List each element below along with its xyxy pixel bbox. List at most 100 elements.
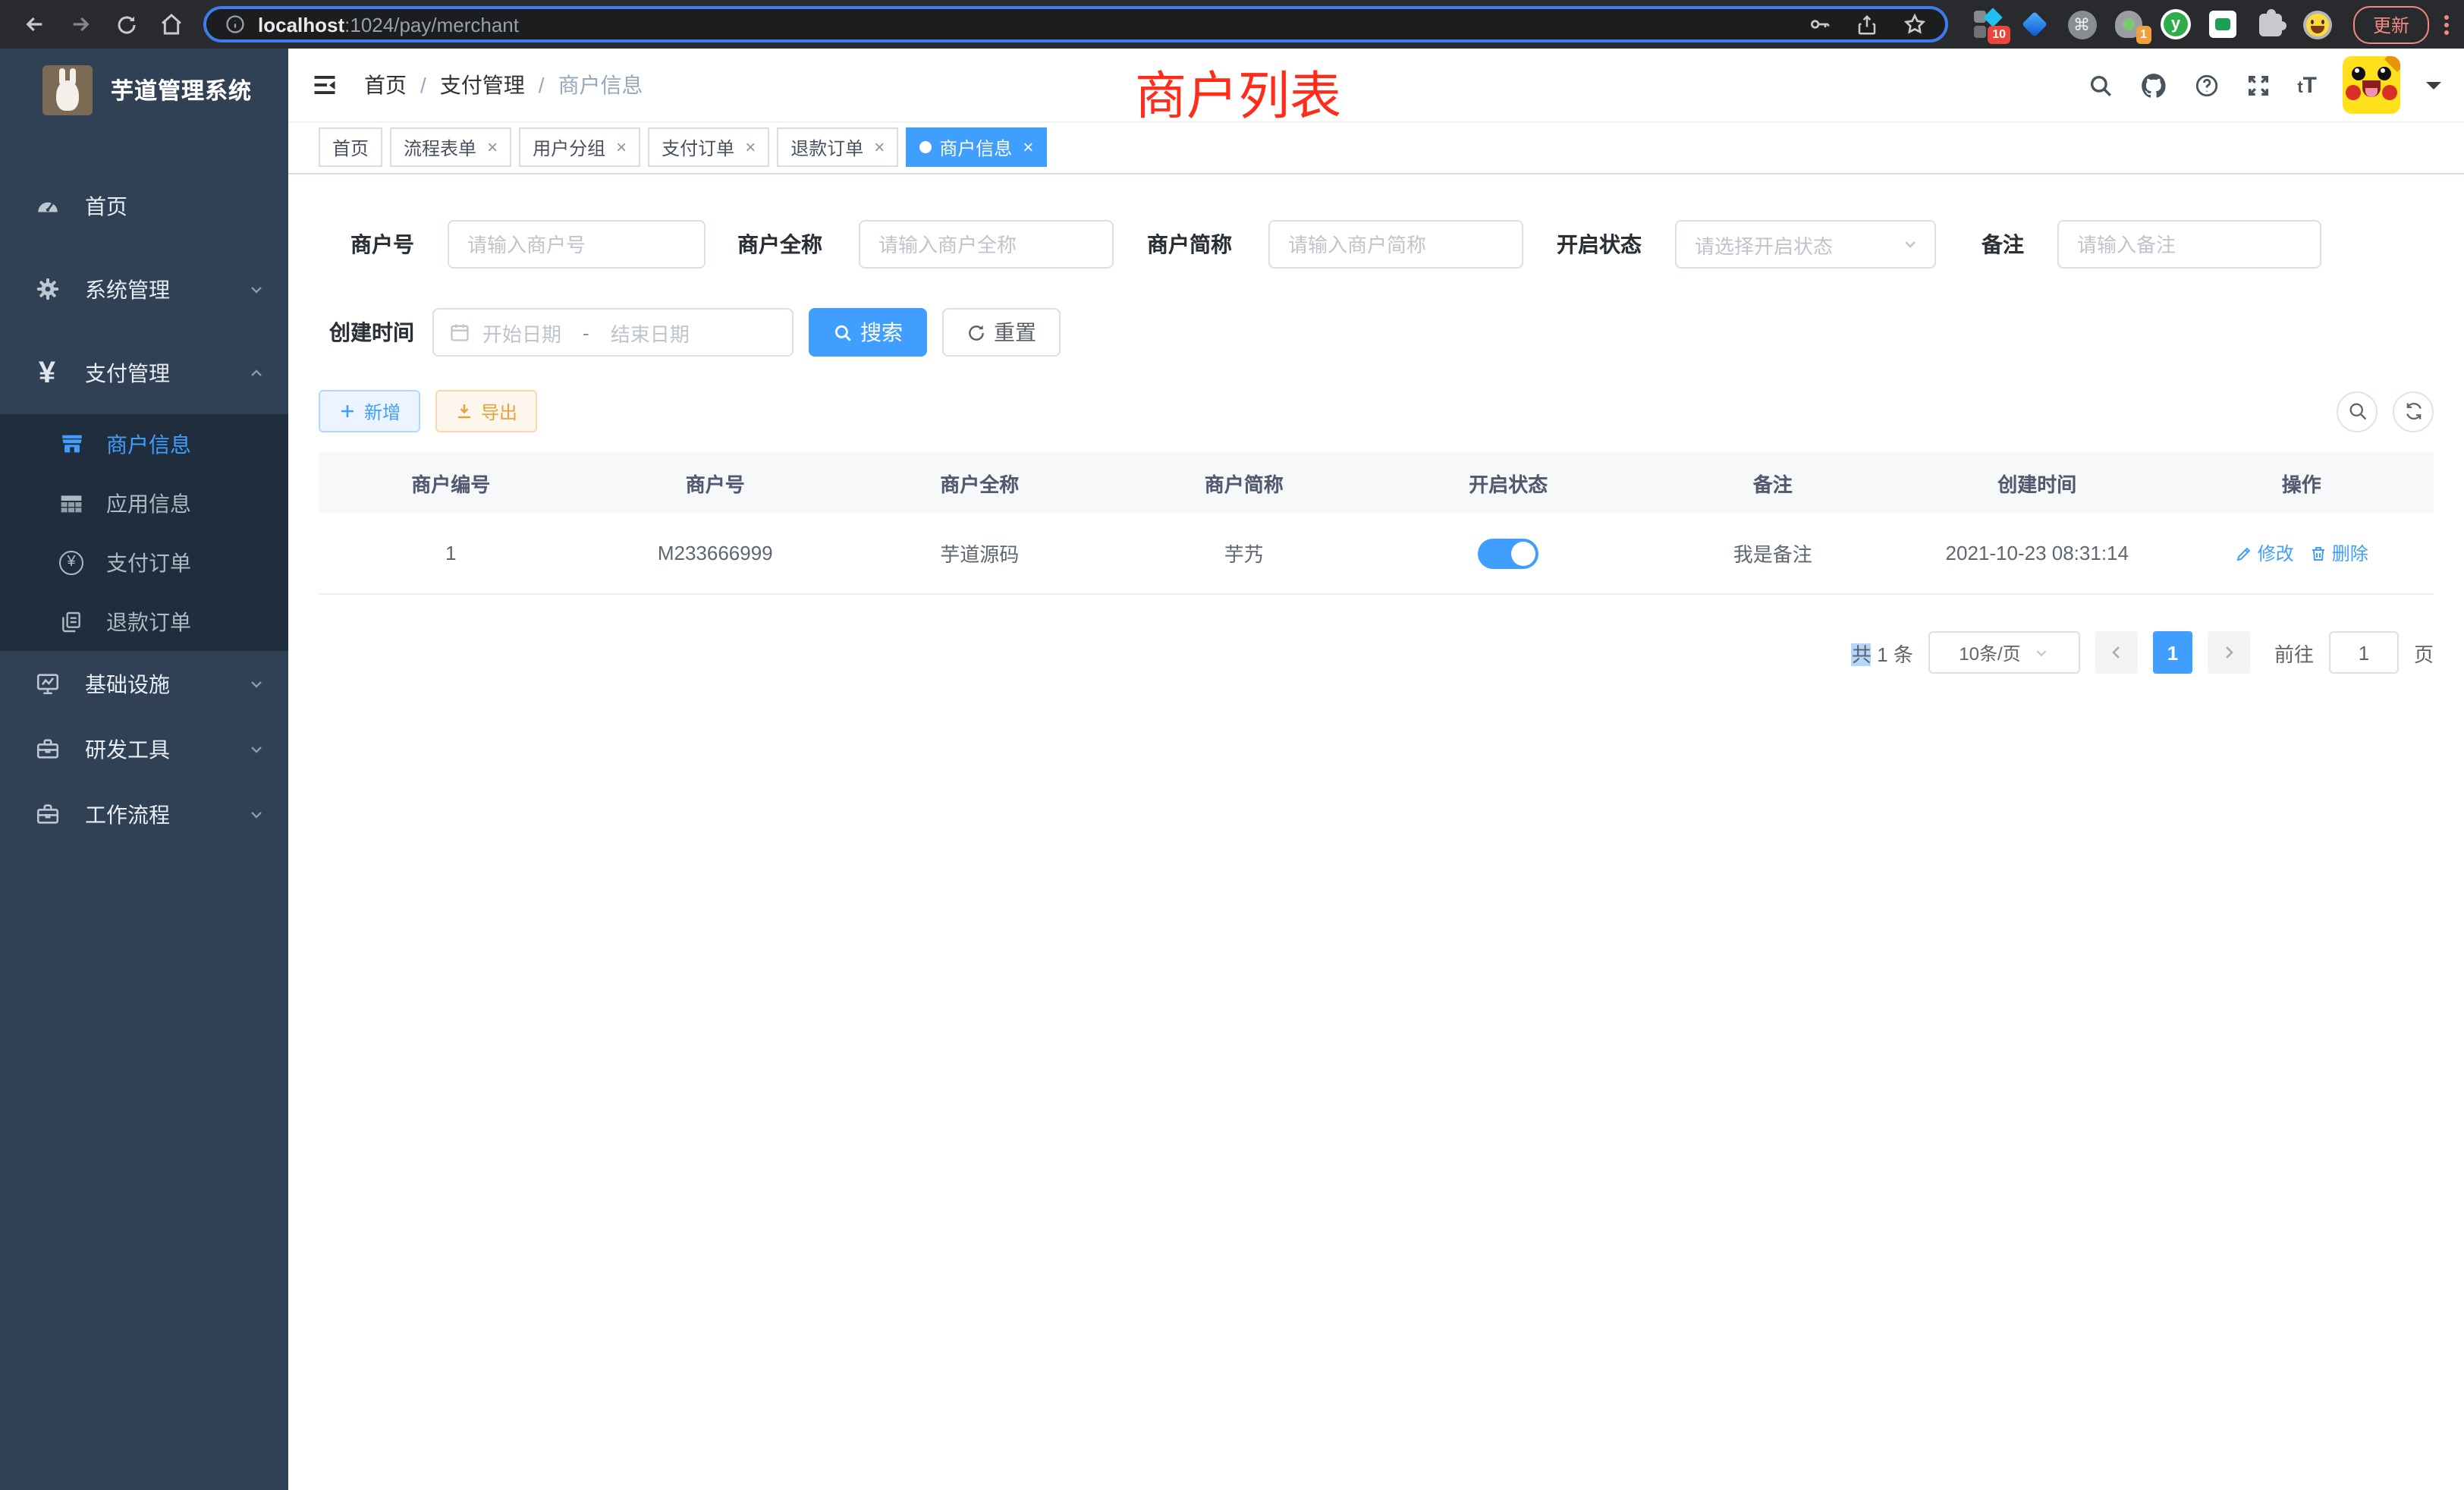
status-toggle[interactable] <box>1478 538 1538 568</box>
breadcrumb-separator: / <box>539 73 545 97</box>
browser-menu-icon[interactable] <box>2444 14 2449 34</box>
close-icon[interactable]: × <box>487 137 498 158</box>
header-search-icon[interactable] <box>2088 72 2114 98</box>
next-page-button[interactable] <box>2208 631 2250 674</box>
bookmark-star-icon[interactable] <box>1903 12 1927 36</box>
cell-create-time: 2021-10-23 08:31:14 <box>1905 542 2170 564</box>
reset-button[interactable]: 重置 <box>942 308 1061 357</box>
tab-merchant-info[interactable]: 商户信息× <box>906 127 1047 167</box>
close-icon[interactable]: × <box>616 137 627 158</box>
remark-input[interactable] <box>2057 220 2321 269</box>
tab-user-group[interactable]: 用户分组× <box>519 127 640 167</box>
table-toolbar: 新增 导出 <box>319 390 2434 432</box>
sidebar-item-pay-mgmt[interactable]: ¥ 支付管理 <box>0 331 288 414</box>
search-button[interactable]: 搜索 <box>809 308 927 357</box>
close-icon[interactable]: × <box>1023 137 1033 158</box>
col-header-remark: 备注 <box>1641 468 1906 497</box>
extension-grid-icon[interactable]: 10 <box>1972 9 2003 39</box>
export-button[interactable]: 导出 <box>435 390 537 432</box>
sidebar-subitem-label: 退款订单 <box>106 606 191 637</box>
extension-badge: 10 <box>1988 26 2010 44</box>
create-time-label: 创建时间 <box>319 317 414 347</box>
full-name-input[interactable] <box>859 220 1114 269</box>
user-avatar[interactable] <box>2343 56 2400 114</box>
breadcrumb: 首页 / 支付管理 / 商户信息 <box>364 70 643 100</box>
sidebar-item-infra[interactable]: 基础设施 <box>0 651 288 716</box>
extension-chat-icon[interactable] <box>2208 9 2238 39</box>
table-header-row: 商户编号 商户号 商户全称 商户简称 开启状态 备注 创建时间 操作 <box>319 452 2434 513</box>
password-key-icon[interactable] <box>1807 12 1831 36</box>
extensions-row: 10 ⌘ 1 y <box>1972 9 2332 39</box>
fullscreen-icon[interactable] <box>2246 72 2271 98</box>
sidebar-subitem-pay-order[interactable]: ¥ 支付订单 <box>0 533 288 592</box>
delete-link[interactable]: 删除 <box>2309 540 2368 566</box>
site-info-icon[interactable] <box>225 14 246 35</box>
hamburger-fold-icon[interactable] <box>311 71 338 99</box>
col-header-actions: 操作 <box>2170 468 2434 497</box>
sidebar-item-dev-tools[interactable]: 研发工具 <box>0 716 288 781</box>
sidebar-subitem-app-info[interactable]: 应用信息 <box>0 473 288 533</box>
reload-icon[interactable] <box>106 5 146 44</box>
chevron-down-icon <box>247 740 266 758</box>
sidebar-item-workflow[interactable]: 工作流程 <box>0 781 288 847</box>
goto-label: 前往 <box>2274 638 2314 667</box>
extensions-puzzle-icon[interactable] <box>2255 9 2285 39</box>
sidebar-item-system-mgmt[interactable]: 系统管理 <box>0 247 288 331</box>
font-size-icon[interactable]: tT <box>2297 72 2317 98</box>
tab-pay-order[interactable]: 支付订单× <box>648 127 769 167</box>
app-logo[interactable]: 芋道管理系统 <box>0 49 288 130</box>
url-bar[interactable]: localhost:1024/pay/merchant <box>203 6 1948 42</box>
breadcrumb-pay-mgmt[interactable]: 支付管理 <box>440 70 525 100</box>
chrome-update-button[interactable]: 更新 <box>2353 5 2429 43</box>
dashboard-icon <box>32 193 62 218</box>
tags-view-bar: 首页 流程表单× 用户分组× 支付订单× 退款订单× 商户信息× <box>288 123 2464 174</box>
page-size-select[interactable]: 10条/页 <box>1928 631 2080 674</box>
edit-link[interactable]: 修改 <box>2235 540 2294 566</box>
yen-circle-icon: ¥ <box>58 550 85 574</box>
home-icon[interactable] <box>152 5 191 44</box>
github-icon[interactable] <box>2139 71 2168 99</box>
status-select[interactable]: 请选择开启状态 <box>1675 220 1936 269</box>
refresh-icon <box>966 322 986 342</box>
gear-icon <box>32 276 62 302</box>
merchant-no-input[interactable] <box>448 220 706 269</box>
extension-kite-icon[interactable] <box>2019 9 2050 39</box>
share-icon[interactable] <box>1856 13 1878 36</box>
extension-blob-icon[interactable]: 1 <box>2114 9 2144 39</box>
col-header-status: 开启状态 <box>1376 468 1641 497</box>
sidebar-item-label: 系统管理 <box>85 274 170 304</box>
extension-command-icon[interactable]: ⌘ <box>2066 9 2097 39</box>
refresh-table-icon[interactable] <box>2393 391 2434 432</box>
profile-emoji-icon[interactable] <box>2302 9 2332 39</box>
tab-refund-order[interactable]: 退款订单× <box>777 127 898 167</box>
help-icon[interactable] <box>2194 72 2220 98</box>
tab-home[interactable]: 首页 <box>319 127 382 167</box>
close-icon[interactable]: × <box>745 137 756 158</box>
col-header-short-name: 商户简称 <box>1112 468 1377 497</box>
add-button[interactable]: 新增 <box>319 390 420 432</box>
breadcrumb-home[interactable]: 首页 <box>364 70 407 100</box>
date-range-picker[interactable]: 开始日期 - 结束日期 <box>432 308 794 357</box>
chevron-down-icon <box>2033 644 2050 661</box>
toggle-search-icon[interactable] <box>2337 391 2378 432</box>
rabbit-avatar <box>42 64 93 115</box>
app-header: 首页 / 支付管理 / 商户信息 <box>288 49 2464 123</box>
sidebar-subitem-merchant-info[interactable]: 商户信息 <box>0 414 288 473</box>
tab-process-form[interactable]: 流程表单× <box>390 127 511 167</box>
grid-icon <box>58 491 85 515</box>
back-icon[interactable] <box>15 5 55 44</box>
goto-page-input[interactable] <box>2329 631 2399 674</box>
avatar-dropdown-caret-icon[interactable] <box>2426 81 2441 96</box>
page-number-button[interactable]: 1 <box>2153 631 2192 674</box>
date-separator: - <box>574 321 599 344</box>
search-icon <box>833 322 853 342</box>
forward-icon[interactable] <box>61 5 100 44</box>
close-icon[interactable]: × <box>874 137 885 158</box>
short-name-input[interactable] <box>1268 220 1523 269</box>
goto-suffix: 页 <box>2414 638 2434 667</box>
prev-page-button[interactable] <box>2095 631 2138 674</box>
extension-y-icon[interactable]: y <box>2161 9 2191 39</box>
download-icon <box>455 402 473 420</box>
sidebar-subitem-refund-order[interactable]: 退款订单 <box>0 592 288 651</box>
sidebar-item-home[interactable]: 首页 <box>0 164 288 247</box>
